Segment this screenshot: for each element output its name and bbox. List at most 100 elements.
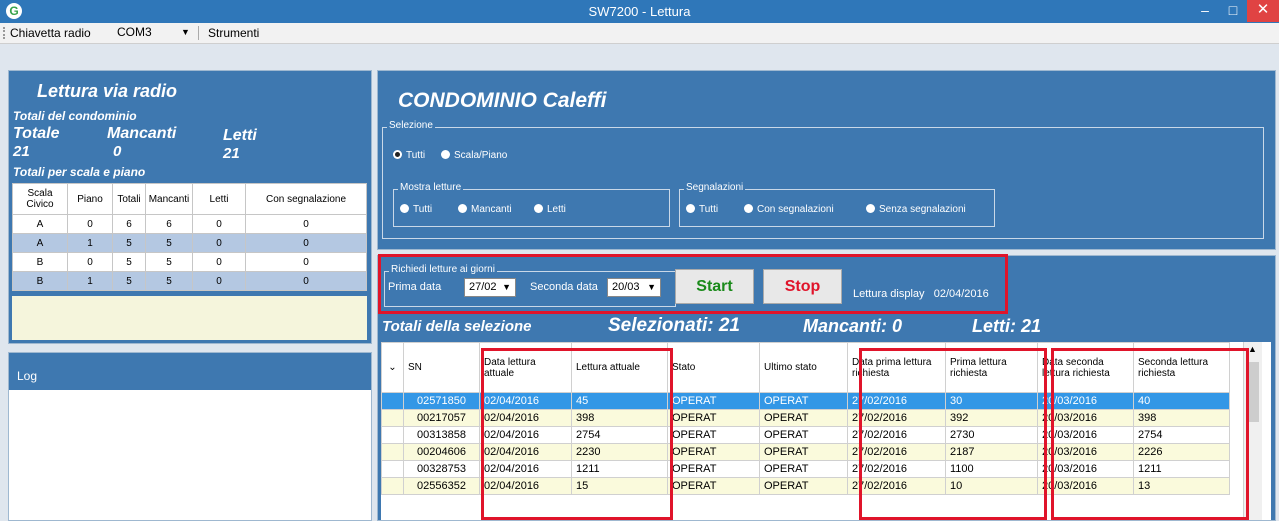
table-cell: B (12, 252, 68, 272)
table-cell: B (12, 271, 68, 291)
table-cell: 6 (145, 214, 193, 234)
chevron-down-icon: ▼ (181, 27, 190, 37)
summary-header: Mancanti (145, 183, 193, 215)
radio-label: Scala/Piano (454, 150, 508, 161)
table-row[interactable]: B15500 (12, 271, 367, 291)
summary-header: Con segnalazione (245, 183, 367, 215)
radio-key-label: Chiavetta radio (10, 26, 91, 40)
cell-ultimo-stato: OPERAT (759, 426, 848, 444)
radio-sel-scala-piano[interactable]: Scala/Piano (441, 150, 507, 161)
radio-con-segnalazioni[interactable]: Con segnalazioni (744, 204, 834, 215)
segnal-legend: Segnalazioni (684, 182, 746, 193)
scroll-up-icon[interactable]: ▲ (1248, 344, 1257, 354)
col-letti: Letti (223, 127, 257, 144)
table-cell: 0 (245, 271, 367, 291)
table-cell: 5 (145, 271, 193, 291)
row-selector[interactable] (381, 460, 404, 478)
table-row[interactable]: A15500 (12, 233, 367, 253)
radio-mostra-tutti[interactable]: Tutti (400, 204, 432, 215)
cell-sn: 00217057 (403, 409, 480, 427)
radio-icon (744, 204, 753, 213)
table-cell: 0 (245, 233, 367, 253)
summary-table: Scala Civico Piano Totali Mancanti Letti… (12, 183, 367, 291)
log-label: Log (17, 369, 38, 383)
row-selector[interactable] (381, 392, 404, 410)
panel-heading: Lettura via radio (37, 81, 178, 101)
table-cell: 0 (67, 214, 113, 234)
val-totale: 21 (13, 143, 30, 160)
selezionati-count: Selezionati: 21 (608, 315, 740, 336)
menu-strumenti[interactable]: Strumenti (208, 26, 259, 40)
cell-sn: 02571850 (403, 392, 480, 410)
port-select[interactable]: COM3 ▼ (117, 24, 195, 41)
row-selector[interactable] (381, 443, 404, 461)
cell-stato: OPERAT (667, 477, 760, 495)
menu-bar: Chiavetta radio COM3 ▼ Strumenti (0, 23, 1279, 44)
summary-header: Letti (192, 183, 246, 215)
table-cell: 0 (192, 271, 246, 291)
selezione-group: Selezione Tutti Scala/Piano Mostra lettu… (382, 120, 1264, 239)
selezione-legend: Selezione (387, 120, 435, 131)
table-cell: 1 (67, 233, 113, 253)
summary-header: Totali (112, 183, 146, 215)
grid-header-sn[interactable]: SN (403, 342, 480, 393)
filter-dropdown-icon[interactable]: ⌄ (381, 342, 404, 393)
summary-table-empty-area (12, 296, 367, 340)
table-cell: 5 (145, 252, 193, 272)
table-row[interactable]: A06600 (12, 214, 367, 234)
table-cell: 1 (67, 271, 113, 291)
table-row[interactable]: B05500 (12, 252, 367, 272)
grid-header-stato[interactable]: Stato (667, 342, 760, 393)
cell-ultimo-stato: OPERAT (759, 460, 848, 478)
grid-header-ultimo-stato[interactable]: Ultimo stato (759, 342, 848, 393)
minimize-button[interactable]: – (1190, 0, 1220, 22)
highlight-box-second (1051, 348, 1249, 520)
mostra-letture-group: Mostra letture Tutti Mancanti Letti (393, 182, 670, 227)
radio-icon (534, 204, 543, 213)
col-mancanti: Mancanti (107, 125, 177, 142)
table-cell: 0 (245, 252, 367, 272)
condominio-title: CONDOMINIO Caleffi (398, 89, 607, 112)
radio-icon (458, 204, 467, 213)
totals-label: Totali del condominio (13, 109, 137, 123)
row-selector[interactable] (381, 409, 404, 427)
table-cell: A (12, 214, 68, 234)
cell-sn: 00204606 (403, 443, 480, 461)
radio-mostra-letti[interactable]: Letti (534, 204, 566, 215)
cell-stato: OPERAT (667, 443, 760, 461)
table-cell: 0 (192, 252, 246, 272)
toolbar-grip-icon[interactable] (3, 27, 7, 39)
radio-selected-icon (393, 150, 402, 159)
table-cell: 0 (192, 233, 246, 253)
selection-totals-label: Totali della selezione (382, 318, 532, 335)
radio-sel-tutti[interactable]: Tutti (393, 150, 425, 161)
radio-segnal-tutti[interactable]: Tutti (686, 204, 718, 215)
letti-count: Letti: 21 (972, 316, 1042, 336)
radio-icon (400, 204, 409, 213)
cell-stato: OPERAT (667, 426, 760, 444)
mostra-legend: Mostra letture (398, 182, 464, 193)
row-selector[interactable] (381, 477, 404, 495)
close-button[interactable]: ✕ (1247, 0, 1279, 22)
table-cell: 0 (192, 214, 246, 234)
maximize-button[interactable]: □ (1218, 0, 1248, 22)
val-mancanti: 0 (113, 143, 122, 160)
log-textbox[interactable] (9, 390, 371, 520)
cell-sn: 02556352 (403, 477, 480, 495)
row-selector[interactable] (381, 426, 404, 444)
highlight-box-request (378, 254, 1008, 314)
table-cell: 6 (112, 214, 146, 234)
segnalazioni-group: Segnalazioni Tutti Con segnalazioni Senz… (679, 182, 995, 227)
radio-mostra-mancanti[interactable]: Mancanti (458, 204, 512, 215)
summary-header: Scala Civico (12, 183, 68, 215)
port-value: COM3 (117, 25, 152, 39)
val-letti: 21 (223, 145, 240, 162)
cell-stato: OPERAT (667, 460, 760, 478)
table-cell: 0 (67, 252, 113, 272)
cell-stato: OPERAT (667, 409, 760, 427)
cell-sn: 00328753 (403, 460, 480, 478)
radio-senza-segnalazioni[interactable]: Senza segnalazioni (866, 204, 966, 215)
table-cell: 0 (245, 214, 367, 234)
menu-separator (198, 26, 199, 40)
radio-label: Con segnalazioni (757, 204, 834, 215)
